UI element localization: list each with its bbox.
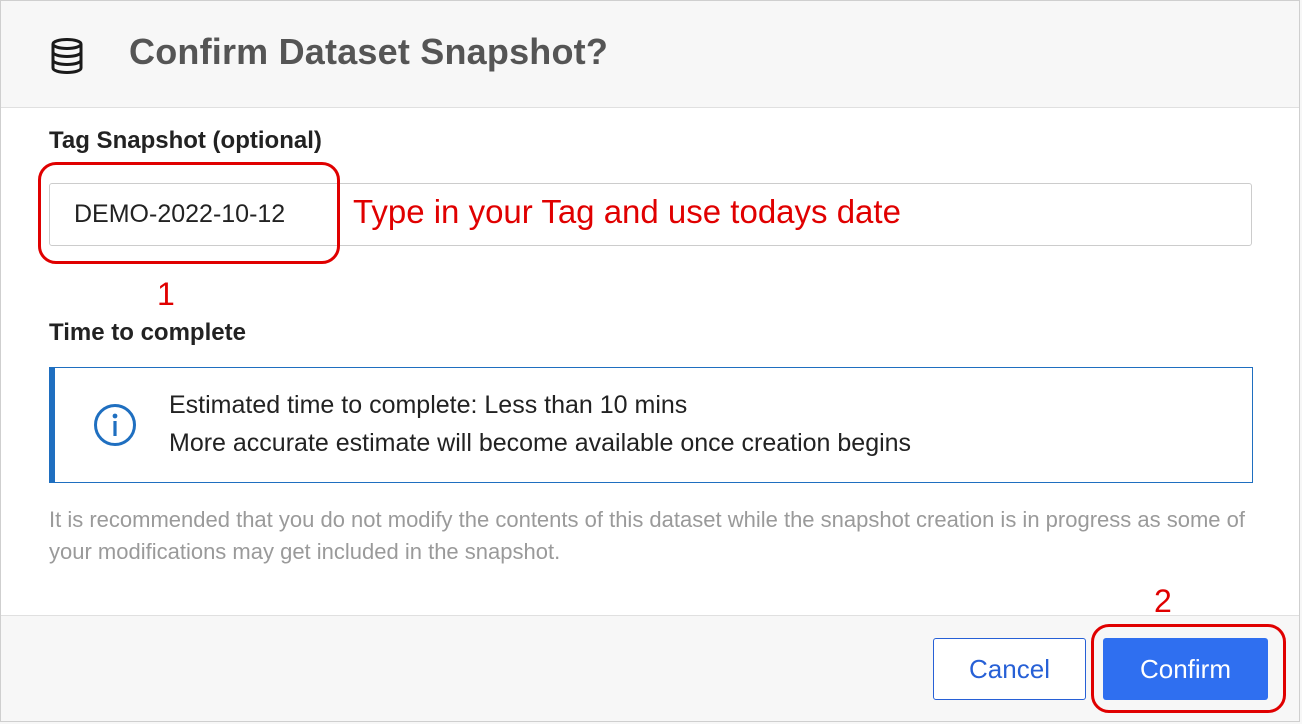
info-icon [94,404,136,446]
estimate-line-1: Estimated time to complete: Less than 10… [169,391,688,419]
modification-warning-note: It is recommended that you do not modify… [49,507,1245,564]
time-estimate-info-box: Estimated time to complete: Less than 10… [49,367,1253,483]
database-icon [51,38,83,75]
tag-snapshot-label: Tag Snapshot (optional) [49,127,322,154]
time-to-complete-label: Time to complete [49,319,246,346]
confirm-snapshot-dialog: Confirm Dataset Snapshot? Tag Snapshot (… [0,0,1300,722]
dialog-title: Confirm Dataset Snapshot? [129,31,609,72]
estimate-line-2: More accurate estimate will become avail… [169,429,912,457]
dialog-header: Confirm Dataset Snapshot? [1,1,1299,108]
annotation-step1: 1 [157,276,175,312]
cancel-button[interactable]: Cancel [933,638,1086,700]
annotation-step2: 2 [1154,583,1172,619]
confirm-button[interactable]: Confirm [1103,638,1268,700]
annotation-hint: Type in your Tag and use todays date [353,193,901,230]
